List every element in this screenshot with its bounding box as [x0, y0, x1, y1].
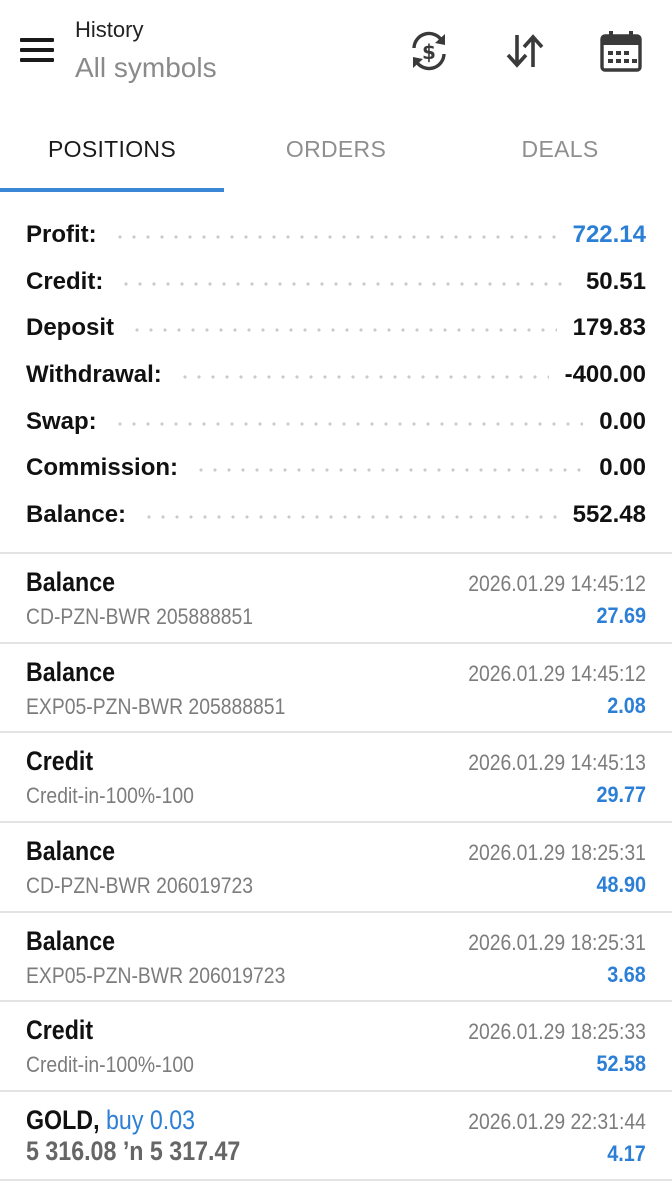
history-tabs: POSITIONS ORDERS DEALS — [0, 108, 672, 192]
deal-comment: EXP05-PZN-BWR 206019723 — [26, 962, 286, 988]
summary-row-credit: Credit: 50.51 — [26, 259, 646, 306]
deal-amount: 29.77 — [596, 782, 646, 808]
deal-type: Balance — [26, 656, 116, 687]
summary-label: Withdrawal: — [26, 361, 162, 389]
list-item[interactable]: Credit Credit-in-100%-100 2026.01.29 18:… — [0, 1002, 672, 1092]
list-item[interactable]: Balance EXP05-PZN-BWR 205888851 2026.01.… — [0, 644, 672, 734]
history-screen: History All symbols $ POSITIONS ORDERS D… — [0, 0, 672, 1191]
position-side: buy 0.03 — [105, 1104, 196, 1135]
deal-type: Balance — [26, 567, 116, 598]
position-time: 2026.01.29 22:31:44 — [468, 1108, 646, 1134]
position-title: GOLD, buy 0.03 — [26, 1105, 195, 1136]
history-list: Balance CD-PZN-BWR 205888851 2026.01.29 … — [0, 554, 672, 1182]
summary-row-commission: Commission: 0.00 — [26, 445, 646, 492]
deal-time: 2026.01.29 18:25:31 — [468, 929, 646, 955]
tab-orders[interactable]: ORDERS — [224, 108, 448, 192]
balance-value: 552.48 — [572, 500, 646, 528]
dotted-leader — [112, 235, 557, 240]
deal-type: Credit — [26, 1015, 94, 1046]
deal-amount: 2.08 — [607, 692, 646, 718]
list-item[interactable]: Credit Credit-in-100%-100 2026.01.29 14:… — [0, 733, 672, 823]
summary-label: Deposit — [26, 314, 115, 342]
summary-label: Credit: — [26, 267, 104, 295]
dotted-leader — [112, 421, 584, 426]
deal-comment: CD-PZN-BWR 205888851 — [26, 604, 254, 630]
title-block[interactable]: History All symbols — [75, 16, 217, 86]
summary-label: Commission: — [26, 454, 179, 482]
list-item[interactable]: Balance CD-PZN-BWR 206019723 2026.01.29 … — [0, 823, 672, 913]
dotted-leader — [119, 281, 570, 286]
deal-comment: EXP05-PZN-BWR 205888851 — [26, 693, 286, 719]
summary-label: Profit: — [26, 221, 97, 249]
deposit-value: 179.83 — [572, 314, 646, 342]
list-item[interactable]: Balance CD-PZN-BWR 205888851 2026.01.29 … — [0, 554, 672, 644]
sort-arrows-icon[interactable] — [502, 28, 548, 74]
deal-amount: 52.58 — [596, 1051, 646, 1077]
position-row[interactable]: GOLD, buy 0.03 5 316.08 ’n 5 317.47 2026… — [0, 1092, 672, 1182]
summary-row-profit: Profit: 722.14 — [26, 212, 646, 259]
svg-text:$: $ — [422, 40, 436, 64]
tab-positions[interactable]: POSITIONS — [0, 108, 224, 192]
deal-amount: 27.69 — [596, 603, 646, 629]
deal-time: 2026.01.29 14:45:12 — [468, 571, 646, 597]
deal-time: 2026.01.29 18:25:31 — [468, 839, 646, 865]
tab-deals[interactable]: DEALS — [448, 108, 672, 192]
credit-value: 50.51 — [585, 267, 646, 295]
deal-type: Credit — [26, 746, 94, 777]
deal-time: 2026.01.29 14:45:13 — [468, 750, 646, 776]
deal-comment: Credit-in-100%-100 — [26, 1052, 194, 1078]
summary-row-withdrawal: Withdrawal: -400.00 — [26, 352, 646, 399]
withdrawal-value: -400.00 — [564, 361, 646, 389]
list-item[interactable]: Balance EXP05-PZN-BWR 206019723 2026.01.… — [0, 913, 672, 1003]
deal-type: Balance — [26, 925, 116, 956]
summary-panel: Profit: 722.14 Credit: 50.51 Deposit 179… — [0, 192, 672, 555]
swap-value: 0.00 — [599, 407, 646, 435]
calendar-icon[interactable] — [598, 28, 644, 74]
summary-label: Balance: — [26, 500, 127, 528]
dotted-leader — [194, 468, 584, 473]
summary-label: Swap: — [26, 407, 97, 435]
deal-type: Balance — [26, 835, 116, 866]
page-title: History — [75, 17, 144, 42]
summary-row-deposit: Deposit 179.83 — [26, 305, 646, 352]
profit-value: 722.14 — [572, 221, 646, 249]
symbol-filter[interactable]: All symbols — [75, 50, 217, 86]
position-prices: 5 316.08 ’n 5 317.47 — [26, 1135, 241, 1166]
deal-time: 2026.01.29 14:45:12 — [468, 660, 646, 686]
deal-comment: Credit-in-100%-100 — [26, 783, 194, 809]
deal-amount: 3.68 — [607, 961, 646, 987]
top-app-bar: History All symbols $ — [0, 0, 672, 108]
deal-time: 2026.01.29 18:25:33 — [468, 1019, 646, 1045]
currency-exchange-icon[interactable]: $ — [406, 28, 452, 74]
position-symbol: GOLD, — [26, 1104, 100, 1135]
deal-amount: 48.90 — [596, 871, 646, 897]
dotted-leader — [130, 328, 557, 333]
dotted-leader — [177, 375, 549, 380]
summary-row-swap: Swap: 0.00 — [26, 398, 646, 445]
hamburger-menu-icon[interactable] — [20, 38, 54, 62]
deal-comment: CD-PZN-BWR 206019723 — [26, 872, 254, 898]
summary-row-balance: Balance: 552.48 — [26, 492, 646, 539]
commission-value: 0.00 — [599, 454, 646, 482]
position-profit: 4.17 — [607, 1140, 646, 1166]
dotted-leader — [142, 514, 557, 519]
